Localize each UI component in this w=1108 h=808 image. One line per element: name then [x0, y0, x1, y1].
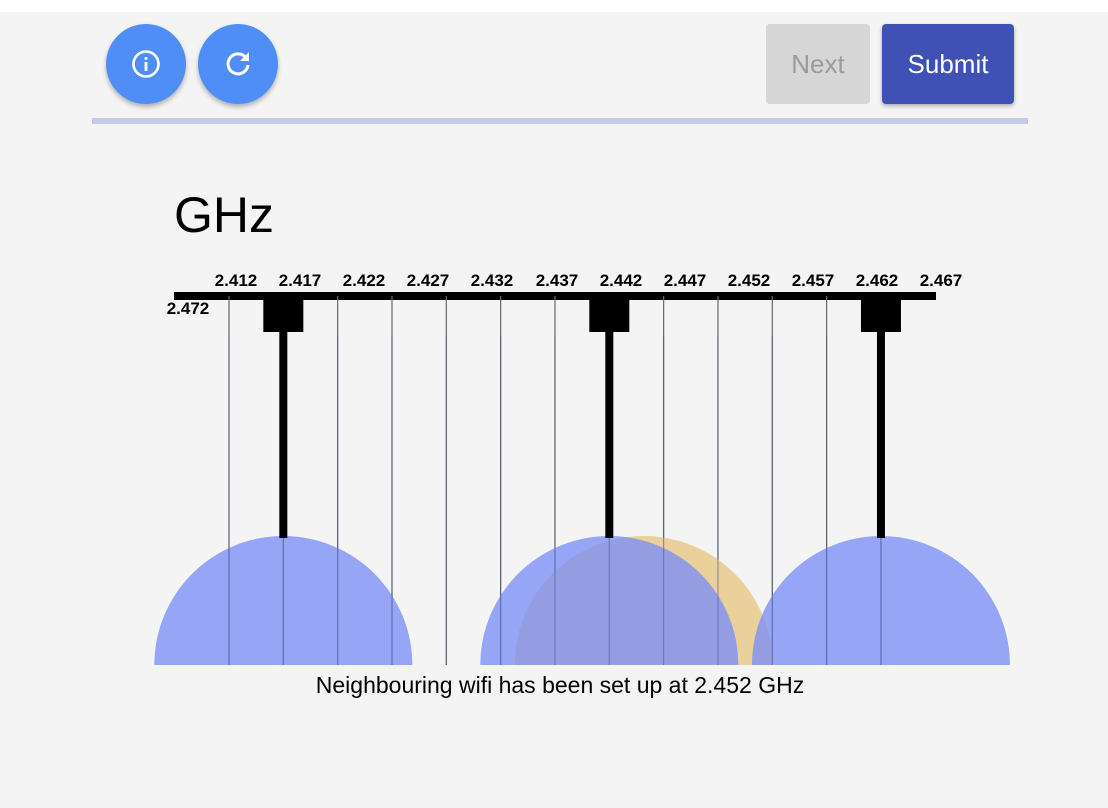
frequency-tick-label: 2.422 — [343, 271, 386, 290]
status-message: Neighbouring wifi has been set up at 2.4… — [315, 672, 805, 698]
frequency-tick-label: 2.412 — [215, 271, 258, 290]
channel-stem — [279, 330, 288, 538]
frequency-tick-label: 2.432 — [471, 271, 514, 290]
frequency-tick-label: 2.427 — [407, 271, 450, 290]
channel-stem — [605, 330, 614, 538]
channel-handle — [263, 296, 304, 332]
frequency-tick-label: 2.447 — [664, 271, 707, 290]
channel-stem — [876, 330, 885, 538]
frequency-tick-label: 2.437 — [536, 271, 579, 290]
frequency-tick-label: 2.442 — [600, 271, 643, 290]
frequency-tick-label: 2.467 — [920, 271, 963, 290]
frequency-tick-label: 2.457 — [792, 271, 835, 290]
channel-handle — [860, 296, 901, 332]
channel-handle — [589, 296, 630, 332]
frequency-tick-label: 2.452 — [728, 271, 771, 290]
frequency-tick-label: 2.462 — [856, 271, 899, 290]
frequency-tick-label: 2.472 — [167, 299, 210, 318]
frequency-tick-label: 2.417 — [279, 271, 322, 290]
